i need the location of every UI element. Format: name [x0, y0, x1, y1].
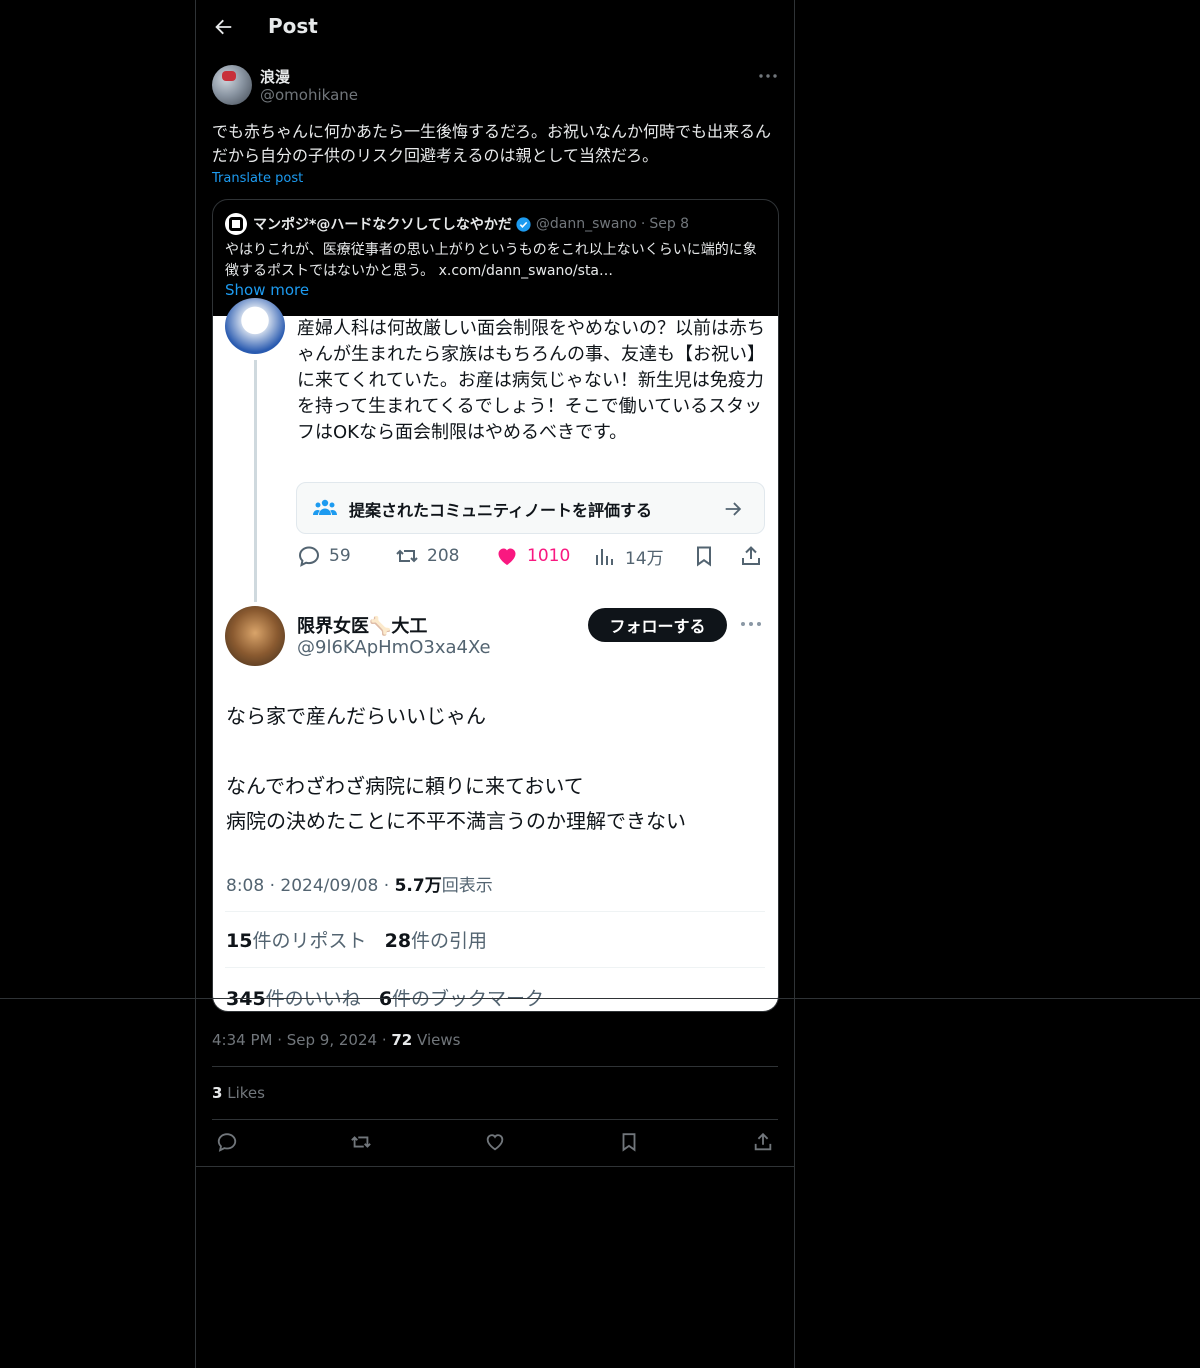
- like-label: 件のいいね: [265, 988, 361, 1010]
- repost-icon[interactable]: [350, 1131, 372, 1153]
- quoted-post-header: マンポジ*@ハードなクソしてしなやかだ @dann_swano · Sep 8: [225, 213, 690, 235]
- author-avatar[interactable]: [212, 65, 252, 105]
- second-post-views: 5.7万: [394, 876, 442, 896]
- second-author-name: 限界女医🦴大工: [297, 616, 428, 637]
- post-action-bar: [196, 1131, 794, 1155]
- share-icon: [742, 546, 760, 565]
- second-post-time: 8:08 · 2024/09/08 ·: [226, 876, 395, 896]
- second-post-line: なら家で産んだらいいじゃん: [226, 704, 486, 728]
- repost-label: 件のリポスト: [252, 930, 367, 952]
- quote-count: 28: [384, 930, 412, 952]
- reply-icon: [298, 546, 320, 567]
- quote-label: 件の引用: [411, 930, 488, 952]
- embedded-screenshot: 産婦人科は何故厳しい面会制限をやめないの？以前は赤ちゃんが生まれたら家族はもちろ…: [213, 298, 778, 1011]
- divider: [225, 967, 765, 968]
- embedded-reply-stat: 59: [297, 544, 351, 568]
- bookmark-icon: [697, 546, 711, 567]
- second-author-handle: @9l6KApHmO3xa4Xe: [297, 637, 491, 658]
- second-author-avatar: [225, 606, 285, 666]
- separator-dot: ·: [640, 216, 646, 232]
- reply-avatar: [225, 298, 285, 354]
- bookmark-label: 件のブックマーク: [392, 988, 545, 1010]
- divider: [225, 911, 765, 912]
- community-note-label: 提案されたコミュニティノートを評価する: [349, 501, 653, 520]
- reply-text: 産婦人科は何故厳しい面会制限をやめないの？以前は赤ちゃんが生まれたら家族はもちろ…: [297, 318, 765, 443]
- divider: [212, 1119, 778, 1120]
- quoted-post[interactable]: マンポジ*@ハードなクソしてしなやかだ @dann_swano · Sep 8 …: [212, 199, 779, 1012]
- embedded-like-stat: 1010: [495, 544, 570, 568]
- arrow-right-icon: [725, 502, 742, 516]
- more-icon: [741, 622, 761, 626]
- header: Post: [196, 0, 794, 54]
- like-icon[interactable]: [484, 1131, 506, 1153]
- embedded-share: [739, 544, 763, 568]
- post-text: でも赤ちゃんに何かあたら一生後悔するだろ。お祝いなんか何時でも出来るんだから自分…: [212, 122, 772, 165]
- reply-icon[interactable]: [216, 1131, 238, 1153]
- second-post-stats: 15件のリポスト 28件の引用: [226, 926, 487, 953]
- embedded-like-count: 1010: [527, 546, 571, 566]
- divider: [196, 1166, 794, 1167]
- quoted-author-handle: @dann_swano: [535, 216, 637, 232]
- horizontal-rule: [0, 998, 1200, 999]
- like-count: 345: [226, 988, 266, 1010]
- embedded-views-count: 14万: [625, 549, 664, 569]
- divider: [212, 1066, 778, 1067]
- views-icon: [596, 548, 613, 565]
- quoted-post-date: Sep 8: [649, 216, 690, 232]
- primary-column: Post 浪漫 @omohikane でも赤ちゃんに何かあたら一生後悔するだろ。…: [195, 0, 795, 1368]
- verified-badge-icon: [516, 216, 531, 232]
- author-handle[interactable]: @omohikane: [260, 86, 358, 104]
- embedded-bookmark: [692, 544, 716, 568]
- translate-post-link[interactable]: Translate post: [212, 171, 303, 186]
- second-post-text: なら家で産んだらいいじゃん なんでわざわざ病院に頼りに来ておいて 病院の決めたこ…: [226, 699, 766, 839]
- post-views-label: Views: [417, 1031, 461, 1049]
- heart-filled-icon: [498, 548, 516, 565]
- quoted-post-text: やはりこれが、医療従事者の思い上がりというものをこれ以上ないくらいに端的に象徴す…: [225, 242, 757, 279]
- bookmark-icon[interactable]: [618, 1131, 640, 1153]
- post-timestamp: 4:34 PM · Sep 9, 2024 · 72 Views: [212, 1031, 461, 1049]
- quoted-author-name: マンポジ*@ハードなクソしてしなやかだ: [253, 217, 512, 233]
- more-icon[interactable]: [756, 66, 780, 86]
- share-icon[interactable]: [752, 1131, 774, 1153]
- embedded-repost-stat: 208: [395, 544, 459, 568]
- embedded-views-stat: 14万: [593, 544, 664, 569]
- embedded-repost-count: 208: [427, 546, 460, 566]
- community-note-box: 提案されたコミュニティノートを評価する: [296, 482, 765, 534]
- show-more-link[interactable]: Show more: [225, 281, 309, 299]
- likes-count: 3: [212, 1084, 223, 1102]
- repost-icon: [396, 549, 418, 563]
- bookmark-count: 6: [378, 988, 393, 1010]
- second-post-meta: 8:08 · 2024/09/08 · 5.7万回表示: [226, 871, 493, 896]
- second-post-views-label: 回表示: [441, 876, 493, 896]
- author-name[interactable]: 浪漫: [260, 66, 290, 87]
- thread-line: [254, 360, 257, 602]
- back-arrow-icon[interactable]: [212, 16, 234, 38]
- embedded-reply-count: 59: [329, 546, 351, 566]
- repost-count: 15: [226, 930, 253, 952]
- page-title: Post: [268, 14, 318, 38]
- quoted-author-avatar: [225, 213, 247, 235]
- follow-button: フォローする: [588, 608, 727, 642]
- likes-summary[interactable]: 3 Likes: [212, 1084, 265, 1102]
- post-date[interactable]: Sep 9, 2024: [287, 1031, 377, 1049]
- community-icon: [313, 499, 337, 515]
- second-post-line: なんでわざわざ病院に頼りに来ておいて: [226, 774, 584, 798]
- likes-label: Likes: [227, 1084, 265, 1102]
- post-time[interactable]: 4:34 PM: [212, 1031, 272, 1049]
- post-views-count: 72: [391, 1031, 413, 1049]
- second-post-line: 病院の決めたことに不平不満言うのか理解できない: [226, 809, 686, 833]
